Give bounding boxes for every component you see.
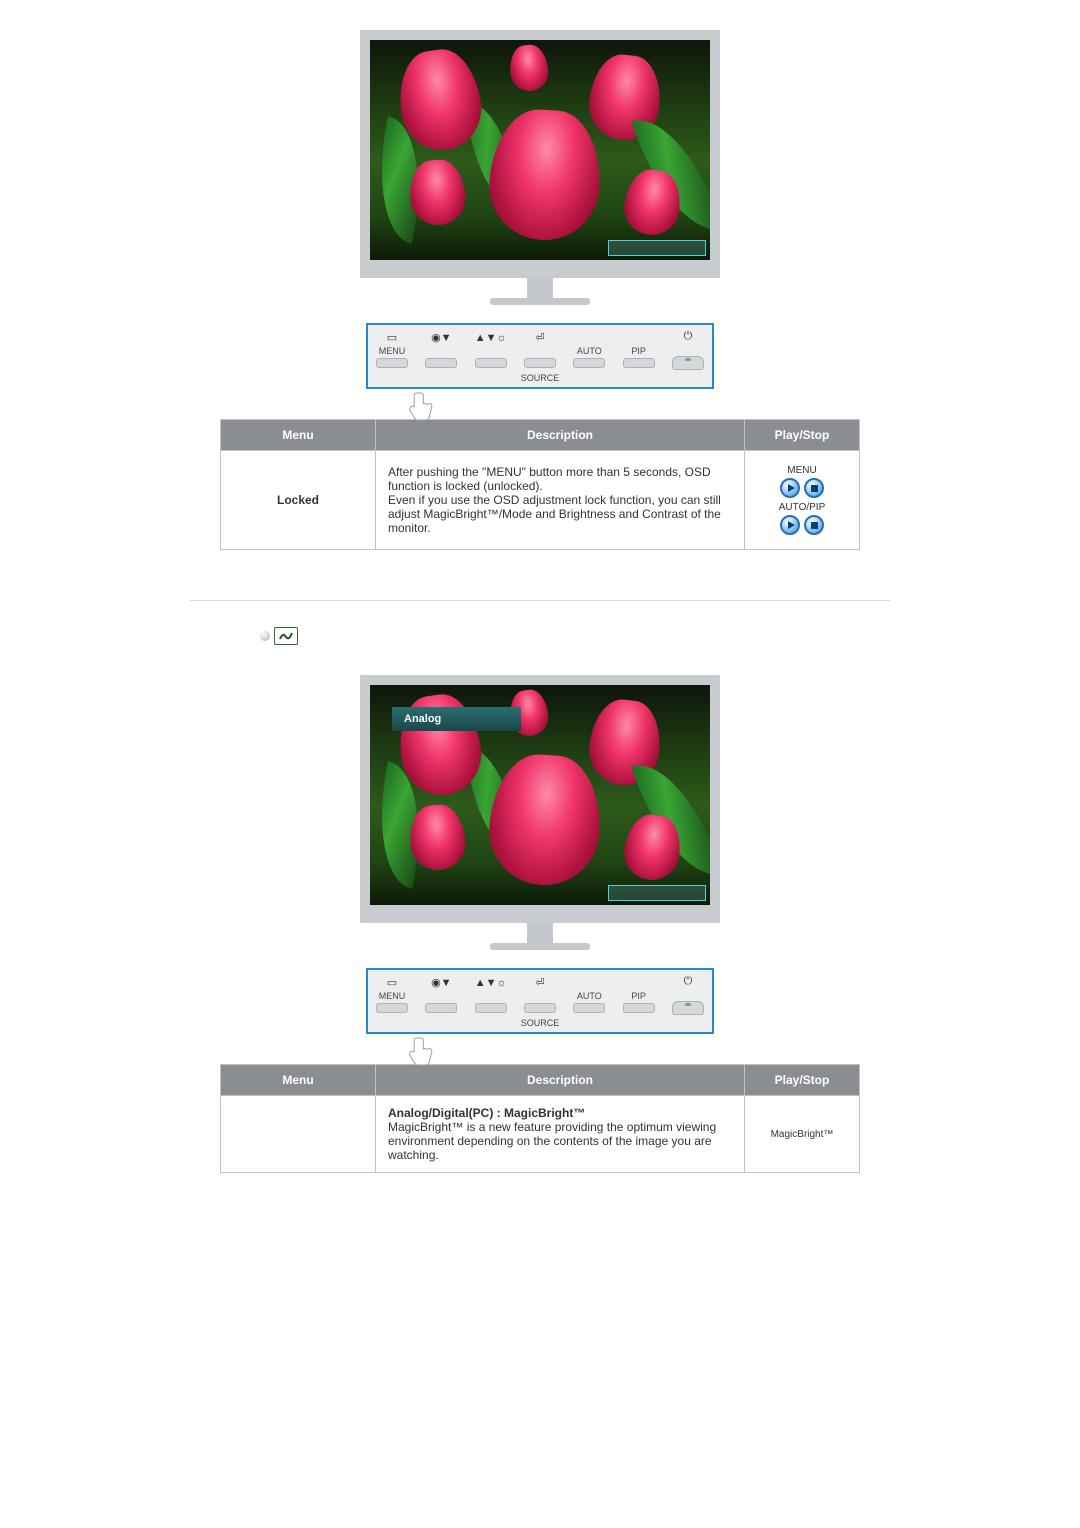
cell-menu: Locked <box>221 451 376 550</box>
th-description: Description <box>376 1065 745 1096</box>
cell-description: Analog/Digital(PC) : MagicBright™ MagicB… <box>376 1096 745 1173</box>
desc-body: MagicBright™ is a new feature providing … <box>388 1120 716 1162</box>
cp-menu: ▭ MENU <box>376 333 408 368</box>
section-heading-badge <box>180 627 900 645</box>
cp-auto-label: AUTO <box>577 346 602 356</box>
table-row: Analog/Digital(PC) : MagicBright™ MagicB… <box>221 1096 860 1173</box>
th-playstop: Play/Stop <box>745 1065 860 1096</box>
cp-source-label: SOURCE <box>376 1018 704 1028</box>
monitor-screen <box>360 30 720 278</box>
th-playstop: Play/Stop <box>745 420 860 451</box>
cp-menu: ▭ MENU <box>376 978 408 1013</box>
mode-icon: ◉▼ <box>431 978 452 989</box>
stop-button[interactable] <box>804 478 824 498</box>
desc-title: Analog/Digital(PC) : MagicBright™ <box>388 1106 585 1120</box>
bullet-dot-icon <box>260 631 270 641</box>
th-description: Description <box>376 420 745 451</box>
table-locked: Menu Description Play/Stop Locked After … <box>220 419 860 550</box>
tulip-photo <box>370 40 710 260</box>
cp-source-label: SOURCE <box>376 373 704 383</box>
cp-power: ⏻ <box>672 331 704 370</box>
cp-auto: AUTO <box>573 979 605 1013</box>
arrow-down-icon <box>668 919 680 923</box>
stop-button[interactable] <box>804 515 824 535</box>
cp-pip-label: PIP <box>631 346 646 356</box>
cp-menu-label: MENU <box>379 991 406 1001</box>
cell-playstop: MENU AUTO/PIP <box>745 451 860 550</box>
cp-enter: ⏎ <box>524 978 556 1013</box>
cp-bright: ▲▼☼ <box>475 978 507 1013</box>
menu-icon: ▭ <box>387 978 397 989</box>
control-panel: ▭ MENU ◉▼ ▲▼☼ ⏎ <box>366 323 714 389</box>
mode-badge-icon <box>274 627 298 645</box>
screen-callout-box <box>608 885 706 901</box>
pointing-hand-icon <box>408 391 434 423</box>
section-magicbright: Analog ▭ MENU ◉▼ ▲▼☼ <box>20 675 1060 1173</box>
cp-auto: AUTO <box>573 334 605 368</box>
cell-playstop: MagicBright™ <box>745 1096 860 1173</box>
th-menu: Menu <box>221 1065 376 1096</box>
pointing-hand-icon <box>408 1036 434 1068</box>
bright-icon: ▲▼☼ <box>475 333 507 344</box>
th-menu: Menu <box>221 420 376 451</box>
play-label-menu: MENU <box>757 465 847 476</box>
arrow-down-icon <box>668 274 680 278</box>
monitor-illustration-2: Analog ▭ MENU ◉▼ ▲▼☼ <box>360 675 720 1034</box>
cp-mode: ◉▼ <box>425 978 457 1013</box>
cp-bright: ▲▼☼ <box>475 333 507 368</box>
osd-analog-label: Analog <box>392 707 521 731</box>
cp-mode: ◉▼ <box>425 333 457 368</box>
cp-pip: PIP <box>623 334 655 368</box>
monitor-screen: Analog <box>360 675 720 923</box>
play-label-magicbright: MagicBright™ <box>757 1129 847 1140</box>
cp-pip-label: PIP <box>631 991 646 1001</box>
table-row: Locked After pushing the "MENU" button m… <box>221 451 860 550</box>
power-icon: ⏻ <box>684 976 693 987</box>
mode-icon: ◉▼ <box>431 333 452 344</box>
tulip-photo: Analog <box>370 685 710 905</box>
play-button[interactable] <box>780 478 800 498</box>
enter-icon: ⏎ <box>535 978 544 989</box>
cell-menu <box>221 1096 376 1173</box>
cp-pip: PIP <box>623 979 655 1013</box>
power-icon: ⏻ <box>684 331 693 342</box>
cell-description: After pushing the "MENU" button more tha… <box>376 451 745 550</box>
cp-menu-label: MENU <box>379 346 406 356</box>
bright-icon: ▲▼☼ <box>475 978 507 989</box>
screen-callout-box <box>608 240 706 256</box>
control-panel: ▭ MENU ◉▼ ▲▼☼ ⏎ <box>366 968 714 1034</box>
menu-icon: ▭ <box>387 333 397 344</box>
monitor-illustration-1: ▭ MENU ◉▼ ▲▼☼ ⏎ <box>360 30 720 389</box>
section-locked: ▭ MENU ◉▼ ▲▼☼ ⏎ <box>20 30 1060 550</box>
cp-power: ⏻ <box>672 976 704 1015</box>
play-button[interactable] <box>780 515 800 535</box>
table-magicbright: Menu Description Play/Stop Analog/Digita… <box>220 1064 860 1173</box>
play-label-autopip: AUTO/PIP <box>757 502 847 513</box>
cp-enter: ⏎ <box>524 333 556 368</box>
section-divider <box>190 600 890 601</box>
cp-auto-label: AUTO <box>577 991 602 1001</box>
enter-icon: ⏎ <box>535 333 544 344</box>
